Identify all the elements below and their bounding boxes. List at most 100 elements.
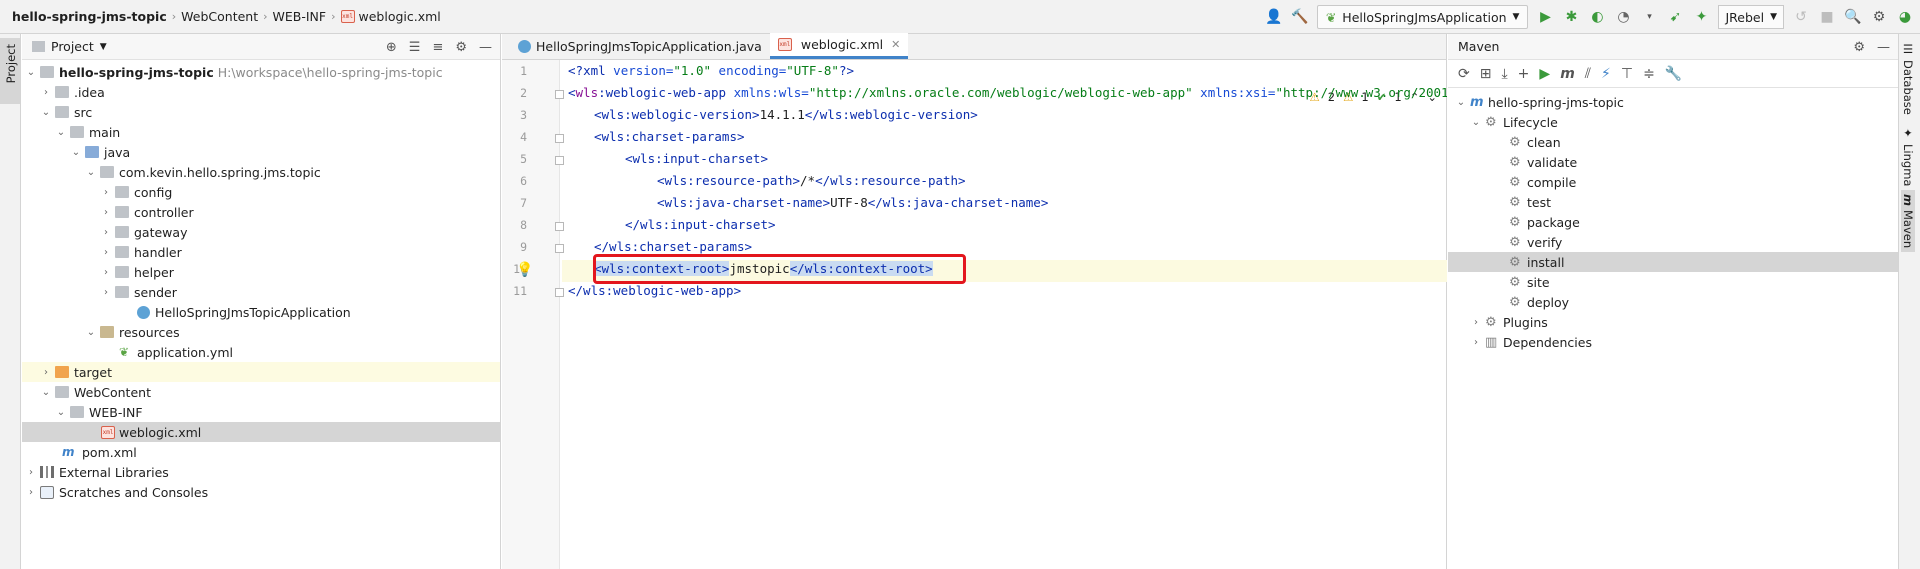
tree-item-target[interactable]: › target bbox=[22, 362, 500, 382]
project-root-path: H:\workspace\hello-spring-jms-topic bbox=[217, 64, 443, 80]
close-icon[interactable]: ✕ bbox=[891, 38, 900, 51]
maven-goal-validate[interactable]: ⚙ validate bbox=[1448, 152, 1898, 172]
tree-item-external-libraries[interactable]: › External Libraries bbox=[22, 462, 500, 482]
tree-item-web-inf[interactable]: ⌄ WEB-INF bbox=[22, 402, 500, 422]
update-icon[interactable]: ◕ bbox=[1896, 8, 1914, 26]
maven-goal-install[interactable]: ⚙ install bbox=[1448, 252, 1898, 272]
tree-item-resources[interactable]: ⌄ resources bbox=[22, 322, 500, 342]
tree-item-controller[interactable]: › controller bbox=[22, 202, 500, 222]
debug-icon[interactable]: ✱ bbox=[1562, 8, 1580, 26]
more-run-icon[interactable]: ▾ bbox=[1640, 8, 1658, 26]
breadcrumb-webcontent[interactable]: WebContent bbox=[181, 9, 258, 24]
tree-item-helper[interactable]: › helper bbox=[22, 262, 500, 282]
wrench-icon[interactable]: 🔧 bbox=[1665, 66, 1682, 82]
search-icon[interactable]: 🔍 bbox=[1844, 8, 1862, 26]
tool-tab-database[interactable]: ☰ Database bbox=[1901, 42, 1915, 115]
breadcrumb-weblogic-xml[interactable]: weblogic.xml bbox=[359, 9, 441, 24]
code-token: "http://xmlns.oracle.com/weblogic/weblog… bbox=[808, 85, 1193, 100]
collapse-all-icon[interactable]: ≡ bbox=[432, 40, 443, 55]
run-icon[interactable]: ▶ bbox=[1539, 66, 1550, 82]
maven-goal-clean[interactable]: ⚙ clean bbox=[1448, 132, 1898, 152]
tool-tab-lingma[interactable]: ✦ Lingma bbox=[1901, 126, 1915, 186]
xml-file-icon: xml bbox=[340, 10, 355, 23]
jrebel-select[interactable]: JRebel ▼ bbox=[1718, 5, 1784, 29]
tree-item-package[interactable]: ⌄ com.kevin.hello.spring.jms.topic bbox=[22, 162, 500, 182]
gear-icon: ⚙ bbox=[1509, 294, 1521, 310]
tree-item-java[interactable]: ⌄ java bbox=[22, 142, 500, 162]
tree-item-application-yml[interactable]: ❦ application.yml bbox=[22, 342, 500, 362]
breadcrumb-project[interactable]: hello-spring-jms-topic bbox=[12, 9, 167, 24]
tree-item-project-root[interactable]: ⌄ hello-spring-jms-topic H:\workspace\he… bbox=[22, 62, 500, 82]
run-configuration-select[interactable]: ❦ HelloSpringJmsApplication ▼ bbox=[1316, 5, 1529, 29]
stop-icon[interactable]: ■ bbox=[1818, 8, 1836, 26]
reload-icon[interactable]: ⟳ bbox=[1458, 66, 1470, 82]
project-tool-tab[interactable]: Project bbox=[0, 38, 20, 104]
tree-item-handler[interactable]: › handler bbox=[22, 242, 500, 262]
maven-goal-verify[interactable]: ⚙ verify bbox=[1448, 232, 1898, 252]
tree-item-weblogic-xml[interactable]: xml weblogic.xml bbox=[22, 422, 500, 442]
download-icon[interactable]: ⤓ bbox=[1501, 66, 1507, 82]
chevron-down-icon[interactable]: ▼ bbox=[100, 42, 107, 52]
add-icon[interactable]: + bbox=[1518, 66, 1530, 82]
skip-tests-icon[interactable]: ⚡ bbox=[1601, 66, 1611, 82]
collapse-icon[interactable]: ≑ bbox=[1643, 66, 1655, 82]
gear-icon[interactable]: ⚙ bbox=[1870, 8, 1888, 26]
tab-application-java[interactable]: HelloSpringJmsTopicApplication.java bbox=[510, 33, 770, 59]
user-icon[interactable]: 👤 bbox=[1265, 8, 1283, 26]
tree-item-gateway[interactable]: › gateway bbox=[22, 222, 500, 242]
expand-all-icon[interactable]: ☰ bbox=[409, 40, 421, 55]
maven-goal-label: install bbox=[1527, 254, 1565, 270]
tree-item-label: src bbox=[74, 104, 93, 120]
jrebel-debug-icon[interactable]: ✦ bbox=[1692, 8, 1710, 26]
tab-weblogic-xml[interactable]: xml weblogic.xml ✕ bbox=[769, 33, 909, 59]
maven-goal-label: verify bbox=[1527, 234, 1563, 250]
toggle-offline-icon[interactable]: ⫽ bbox=[1585, 66, 1591, 82]
code-token: <wls:weblogic-version> bbox=[594, 107, 760, 122]
profile-icon[interactable]: ◔ bbox=[1614, 8, 1632, 26]
tool-tab-maven[interactable]: m Maven bbox=[1901, 190, 1915, 253]
minimize-icon[interactable]: — bbox=[1877, 40, 1890, 55]
tree-item-webcontent[interactable]: ⌄ WebContent bbox=[22, 382, 500, 402]
gear-icon[interactable]: ⚙ bbox=[1853, 40, 1865, 55]
maven-plugins[interactable]: › ⚙ Plugins bbox=[1448, 312, 1898, 332]
maven-goal-package[interactable]: ⚙ package bbox=[1448, 212, 1898, 232]
code-area[interactable]: ⚠ 2 ⚠ 1 ✔ 1 ⌃ ⌄ <?xml version="1.0" encodin… bbox=[562, 60, 1447, 569]
maven-goal-compile[interactable]: ⚙ compile bbox=[1448, 172, 1898, 192]
tree-item-scratches[interactable]: › Scratches and Consoles bbox=[22, 482, 500, 502]
project-tree: ⌄ hello-spring-jms-topic H:\workspace\he… bbox=[22, 60, 500, 502]
tree-item-main[interactable]: ⌄ main bbox=[22, 122, 500, 142]
project-panel-title[interactable]: Project bbox=[51, 39, 94, 54]
lightbulb-icon[interactable]: 💡 bbox=[516, 262, 533, 278]
tree-item-application-class[interactable]: HelloSpringJmsTopicApplication bbox=[22, 302, 500, 322]
minimize-icon[interactable]: — bbox=[479, 40, 492, 55]
package-icon bbox=[115, 226, 129, 238]
target-icon[interactable]: ⊕ bbox=[386, 40, 397, 55]
gear-icon[interactable]: ⚙ bbox=[455, 40, 467, 55]
maven-dependencies[interactable]: › ▥ Dependencies bbox=[1448, 332, 1898, 352]
jrebel-run-icon[interactable]: ➹ bbox=[1666, 8, 1684, 26]
execute-goal-icon[interactable]: m bbox=[1560, 66, 1575, 82]
tree-item-src[interactable]: ⌄ src bbox=[22, 102, 500, 122]
breadcrumb-web-inf[interactable]: WEB-INF bbox=[273, 9, 327, 24]
code-token: < bbox=[568, 85, 576, 100]
maven-goal-deploy[interactable]: ⚙ deploy bbox=[1448, 292, 1898, 312]
maven-goal-site[interactable]: ⚙ site bbox=[1448, 272, 1898, 292]
tree-item-sender[interactable]: › sender bbox=[22, 282, 500, 302]
rebuild-icon[interactable]: ↺ bbox=[1792, 8, 1810, 26]
tree-item-pom-xml[interactable]: m pom.xml bbox=[22, 442, 500, 462]
run-icon[interactable]: ▶ bbox=[1536, 8, 1554, 26]
spring-class-icon bbox=[137, 305, 150, 319]
tree-item-label: HelloSpringJmsTopicApplication bbox=[155, 304, 351, 320]
show-dependencies-icon[interactable]: ⊤ bbox=[1621, 66, 1633, 82]
add-folder-icon[interactable]: ⊞ bbox=[1480, 66, 1492, 82]
source-folder-icon bbox=[85, 146, 99, 158]
maven-lifecycle[interactable]: ⌄ ⚙ Lifecycle bbox=[1448, 112, 1898, 132]
tree-item-config[interactable]: › config bbox=[22, 182, 500, 202]
maven-project[interactable]: ⌄ m hello-spring-jms-topic bbox=[1448, 92, 1898, 112]
code-token: </wls:charset-params> bbox=[594, 239, 753, 254]
chevron-down-icon: ⌄ bbox=[1456, 96, 1466, 108]
build-hammer-icon[interactable]: 🔨 bbox=[1291, 8, 1309, 26]
maven-goal-test[interactable]: ⚙ test bbox=[1448, 192, 1898, 212]
coverage-icon[interactable]: ◐ bbox=[1588, 8, 1606, 26]
tree-item-idea[interactable]: › .idea bbox=[22, 82, 500, 102]
